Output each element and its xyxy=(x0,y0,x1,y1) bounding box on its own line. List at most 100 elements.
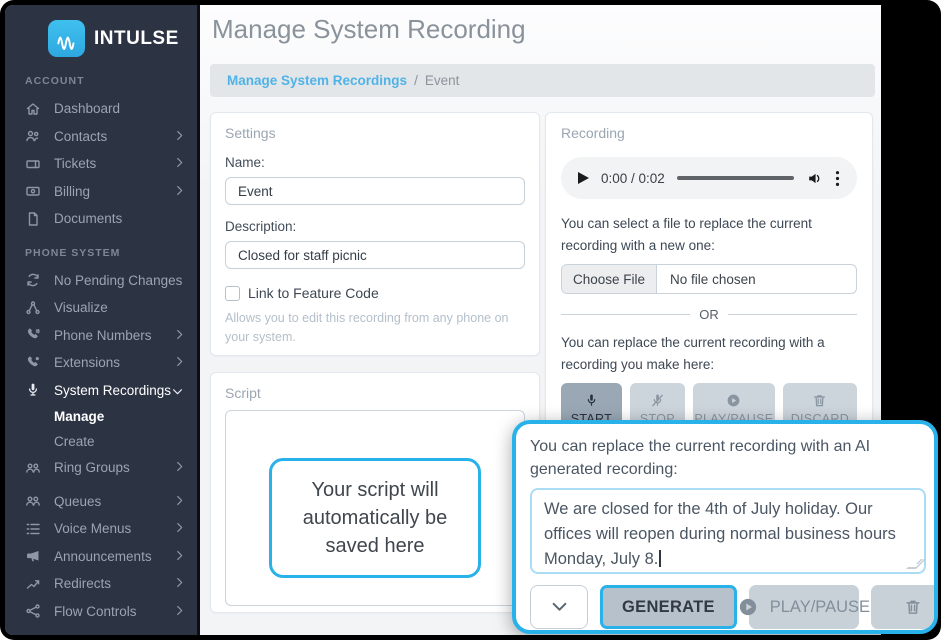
file-status-text: No file chosen xyxy=(657,265,769,293)
sidebar-item-billing[interactable]: Billing xyxy=(5,178,197,206)
sidebar-item-announcements[interactable]: Announcements xyxy=(5,543,197,571)
sidebar-item-voice-menus[interactable]: Voice Menus xyxy=(5,515,197,543)
share-nodes-icon xyxy=(25,603,43,619)
chevron-down-icon xyxy=(172,383,183,398)
ai-recording-panel: You can replace the current recording wi… xyxy=(512,420,938,634)
play-icon[interactable] xyxy=(578,172,589,184)
script-card: Script Your script will automatically be… xyxy=(210,372,540,613)
ai-play-pause-button[interactable]: PLAY/PAUSE xyxy=(749,585,859,629)
link-to-feature-code-label: Link to Feature Code xyxy=(248,285,379,301)
sidebar-item-contacts[interactable]: Contacts xyxy=(5,123,197,151)
resize-handle-icon[interactable] xyxy=(906,559,926,569)
chevron-right-icon xyxy=(176,494,183,509)
recording-card-title: Recording xyxy=(561,125,857,141)
contacts-icon xyxy=(25,128,43,144)
chevron-right-icon xyxy=(176,355,183,370)
description-label: Description: xyxy=(225,219,525,234)
billing-icon xyxy=(25,183,43,199)
ai-discard-button[interactable]: DISCARD xyxy=(871,585,938,629)
name-input[interactable] xyxy=(225,177,525,205)
chevron-right-icon xyxy=(176,184,183,199)
people-group-icon xyxy=(25,460,43,476)
sidebar-item-queues[interactable]: Queues xyxy=(5,488,197,516)
page-title: Manage System Recording xyxy=(212,14,526,45)
chevron-right-icon xyxy=(176,156,183,171)
sidebar-item-flow-controls[interactable]: Flow Controls xyxy=(5,598,197,626)
microphone-slash-icon xyxy=(650,393,665,408)
sidebar-item-tickets[interactable]: Tickets xyxy=(5,150,197,178)
people-group-icon xyxy=(25,493,43,509)
microphone-icon xyxy=(25,382,43,398)
sidebar: INTULSE ACCOUNT Dashboard Contacts Ticke… xyxy=(5,5,200,635)
chevron-right-icon xyxy=(176,460,183,475)
description-input[interactable] xyxy=(225,241,525,269)
document-icon xyxy=(25,211,43,227)
trash-icon xyxy=(812,393,827,408)
home-icon xyxy=(25,101,43,117)
sidebar-item-no-pending-changes[interactable]: No Pending Changes xyxy=(5,267,197,295)
file-replace-text: You can select a file to replace the cur… xyxy=(561,213,857,256)
chevron-right-icon xyxy=(176,549,183,564)
chevron-right-icon xyxy=(176,576,183,591)
settings-card-title: Settings xyxy=(225,125,525,141)
feature-code-helper-text: Allows you to edit this recording from a… xyxy=(225,309,525,347)
play-circle-icon xyxy=(738,597,758,617)
screenshot-frame: INTULSE ACCOUNT Dashboard Contacts Ticke… xyxy=(0,0,941,640)
trend-arrow-icon xyxy=(25,576,43,592)
sidebar-item-phone-numbers[interactable]: Phone Numbers xyxy=(5,322,197,350)
chevron-right-icon xyxy=(176,604,183,619)
megaphone-icon xyxy=(25,548,43,564)
choose-file-button[interactable]: Choose File xyxy=(562,265,657,293)
sidebar-item-extensions[interactable]: Extensions xyxy=(5,349,197,377)
sidebar-item-redirects[interactable]: Redirects xyxy=(5,570,197,598)
ai-script-textarea[interactable]: We are closed for the 4th of July holida… xyxy=(530,488,926,574)
or-divider-label: OR xyxy=(699,307,719,322)
ai-script-text: We are closed for the 4th of July holida… xyxy=(544,500,896,568)
sidebar-item-create[interactable]: Create xyxy=(5,429,197,454)
audio-progress-bar[interactable] xyxy=(677,176,794,180)
numbered-list-icon xyxy=(25,521,43,537)
or-divider: OR xyxy=(561,307,857,322)
breadcrumb-current: Event xyxy=(425,73,460,88)
ai-options-dropdown-button[interactable] xyxy=(530,585,588,629)
network-icon xyxy=(25,300,43,316)
name-label: Name: xyxy=(225,155,525,170)
sidebar-item-manage[interactable]: Manage xyxy=(5,404,197,429)
ticket-icon xyxy=(25,156,43,172)
link-to-feature-code-checkbox[interactable] xyxy=(225,286,240,301)
sidebar-item-documents[interactable]: Documents xyxy=(5,205,197,233)
audio-player[interactable]: 0:00 / 0:02 xyxy=(561,157,857,199)
play-circle-icon xyxy=(726,393,741,408)
sidebar-item-ring-groups[interactable]: Ring Groups xyxy=(5,454,197,482)
record-here-text: You can replace the current recording wi… xyxy=(561,332,857,375)
breadcrumb-separator: / xyxy=(414,73,418,88)
breadcrumb: Manage System Recordings / Event xyxy=(210,64,875,97)
phone-numbers-icon xyxy=(25,327,43,343)
sidebar-item-visualize[interactable]: Visualize xyxy=(5,294,197,322)
kebab-menu-icon[interactable] xyxy=(835,170,840,187)
generate-button[interactable]: GENERATE xyxy=(600,585,737,629)
audio-time: 0:00 / 0:02 xyxy=(601,171,665,186)
text-caret xyxy=(659,550,661,567)
sync-icon xyxy=(25,272,43,288)
sidebar-section-account: ACCOUNT xyxy=(5,61,197,95)
file-upload-input[interactable]: Choose File No file chosen xyxy=(561,264,857,294)
trash-icon xyxy=(904,598,922,616)
logo[interactable]: INTULSE xyxy=(5,5,197,61)
chevron-right-icon xyxy=(176,129,183,144)
script-autosave-callout: Your script will automatically be saved … xyxy=(269,458,481,578)
logo-wordmark: INTULSE xyxy=(94,28,179,50)
breadcrumb-link-manage-system-recordings[interactable]: Manage System Recordings xyxy=(227,73,407,88)
recording-card: Recording 0:00 / 0:02 You can select a f… xyxy=(545,112,873,442)
sidebar-item-dashboard[interactable]: Dashboard xyxy=(5,95,197,123)
volume-icon[interactable] xyxy=(806,170,823,187)
intulse-waveform-icon xyxy=(48,20,85,57)
microphone-icon xyxy=(584,393,599,408)
extensions-icon xyxy=(25,355,43,371)
sidebar-item-system-recordings[interactable]: System Recordings xyxy=(5,377,197,405)
sidebar-section-phone-system: PHONE SYSTEM xyxy=(5,233,197,267)
script-card-title: Script xyxy=(225,385,525,401)
chevron-right-icon xyxy=(176,328,183,343)
chevron-down-icon xyxy=(552,600,567,615)
chevron-right-icon xyxy=(176,521,183,536)
